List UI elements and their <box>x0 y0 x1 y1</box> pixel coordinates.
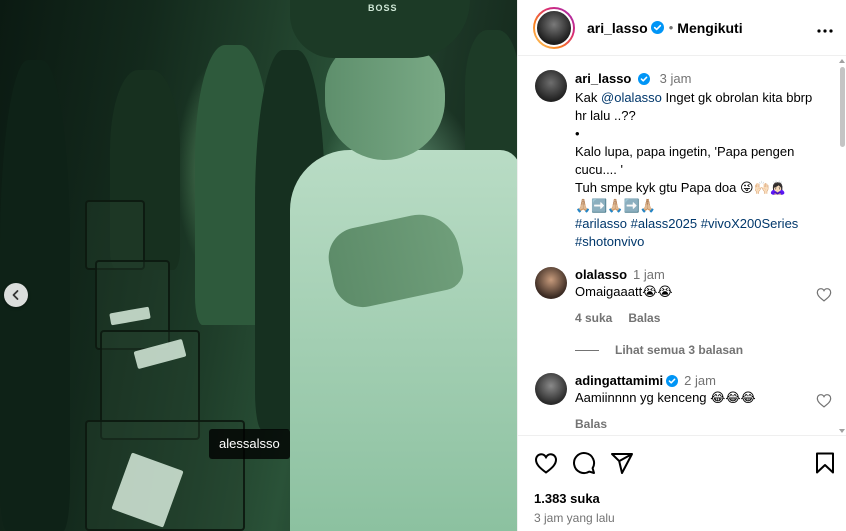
audience-figure <box>465 30 517 170</box>
post-caption: ari_lasso 3 jam Kak @olalasso Inget gk o… <box>535 70 839 251</box>
man-shirt <box>290 150 517 531</box>
caption-text-line3: Tuh smpe kyk gtu Papa doa 😜🙌🏻🙇🏻‍♀️ <box>575 180 786 195</box>
caption-time: 3 jam <box>659 71 692 86</box>
post-actions: 1.383 suka 3 jam yang lalu <box>518 435 846 525</box>
previous-image-button[interactable] <box>4 283 28 307</box>
caption-text-prefix: Kak <box>575 90 602 105</box>
scroll-down-arrow[interactable] <box>839 429 845 433</box>
share-button[interactable] <box>610 451 634 475</box>
comment-text: Omaigaaatt😭😭 <box>575 284 673 299</box>
verified-badge-icon <box>666 375 679 387</box>
comment-time: 1 jam <box>633 267 665 282</box>
reply-button[interactable]: Balas <box>628 311 660 325</box>
post-timestamp[interactable]: 3 jam yang lalu <box>534 511 835 525</box>
heart-icon <box>534 453 558 474</box>
caption-body: ari_lasso 3 jam Kak @olalasso Inget gk o… <box>575 70 825 251</box>
verified-badge-icon <box>650 21 664 34</box>
save-button[interactable] <box>815 452 835 474</box>
mention-link[interactable]: @olalasso <box>601 90 662 105</box>
commenter-avatar[interactable] <box>535 267 567 299</box>
caption-text-line2: Kalo lupa, papa ingetin, 'Papa pengen cu… <box>575 144 795 177</box>
caption-bullet: • <box>575 126 580 141</box>
comment-bubble-icon <box>573 452 596 475</box>
heart-icon[interactable] <box>816 393 832 408</box>
tagged-user-label[interactable]: alessalsso <box>209 429 290 459</box>
man-face <box>325 40 445 160</box>
chevron-left-icon <box>12 290 19 300</box>
scroll-up-arrow[interactable] <box>839 59 845 63</box>
header-separator: • <box>668 20 674 35</box>
more-options-button[interactable] <box>817 22 833 33</box>
bookmark-icon <box>816 452 834 474</box>
cap-logo-text: BOSS <box>368 3 398 13</box>
heart-icon[interactable] <box>816 287 832 302</box>
caption-text-line4: 🙏🏼➡️🙏🏼➡️🙏🏼 <box>575 198 656 213</box>
view-replies-button[interactable]: Lihat semua 3 balasan <box>575 343 839 357</box>
author-username[interactable]: ari_lasso <box>587 20 648 36</box>
commenter-username[interactable]: olalasso <box>575 267 627 282</box>
comment-item: olalasso 1 jam Omaigaaatt😭😭 4 suka Balas <box>535 267 839 325</box>
send-icon <box>611 453 633 474</box>
like-button[interactable] <box>534 452 558 474</box>
comments-scrollbar[interactable] <box>838 57 846 435</box>
comments-list[interactable]: ari_lasso 3 jam Kak @olalasso Inget gk o… <box>518 57 839 435</box>
caption-avatar[interactable] <box>535 70 567 102</box>
more-horizontal-icon <box>817 29 833 33</box>
post-photo[interactable]: BOSS alessalsso <box>0 0 517 531</box>
commenter-username[interactable]: adingattamimi <box>575 373 663 388</box>
likes-count[interactable]: 1.383 suka <box>534 491 835 506</box>
caption-username[interactable]: ari_lasso <box>575 71 631 86</box>
reply-button[interactable]: Balas <box>575 417 607 431</box>
commenter-avatar[interactable] <box>535 373 567 405</box>
view-replies-label: Lihat semua 3 balasan <box>615 343 744 357</box>
comment-button[interactable] <box>572 451 596 475</box>
verified-badge-icon <box>638 73 650 85</box>
comment-likes[interactable]: 4 suka <box>575 311 612 325</box>
comment-time: 2 jam <box>684 373 716 388</box>
author-avatar[interactable] <box>533 6 575 49</box>
caption-hashtags[interactable]: #arilasso #alass2025 #vivoX200Series #sh… <box>575 215 825 251</box>
post-sidebar: ari_lasso • Mengikuti ari_lasso 3 jam Ka… <box>517 0 846 531</box>
comment-item: adingattamimi 2 jam Aamiinnnn yg kenceng … <box>535 373 839 431</box>
scroll-thumb[interactable] <box>840 67 845 147</box>
following-button[interactable]: Mengikuti <box>677 20 742 36</box>
comment-text: Aamiinnnn yg kenceng 😂😂😂 <box>575 390 756 405</box>
post-header: ari_lasso • Mengikuti <box>518 0 846 56</box>
